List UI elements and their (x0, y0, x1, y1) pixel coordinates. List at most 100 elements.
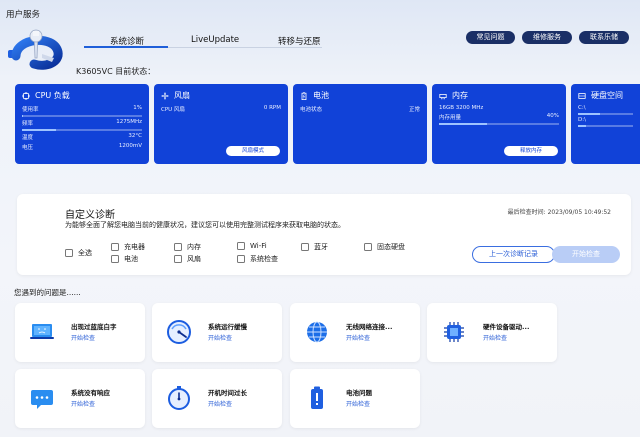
cpu-freq-bar (22, 129, 142, 131)
checkbox-box[interactable] (65, 249, 73, 257)
memory-usage-label: 内存用量 (439, 115, 462, 121)
battery-checkbox[interactable]: 电池 (111, 254, 138, 264)
checkbox-box[interactable] (111, 255, 119, 263)
cpu-usage-label: 使用率 (22, 107, 39, 113)
cpu-freq-label: 频率 (22, 121, 34, 127)
memory-icon (439, 93, 447, 99)
bluetooth-label: 蓝牙 (314, 243, 328, 251)
problem-title: 电池问题 (346, 389, 372, 397)
battery-status-value: 正常 (408, 107, 420, 113)
problem-card-battery[interactable]: 电池问题 开始检查 (290, 369, 420, 428)
wrench-logo-icon (8, 29, 63, 70)
start-check-link[interactable]: 开始检查 (71, 399, 95, 408)
fan-card: 风扇 CPU 风扇 0 RPM 风扇模式 (154, 84, 288, 164)
disk-d-bar (578, 125, 633, 127)
globe-icon (307, 321, 327, 343)
problem-card-bluescreen[interactable]: 出现过蓝底白字 开始检查 (15, 303, 145, 362)
cpu-title: CPU 负载 (35, 91, 70, 100)
contact-button[interactable]: 联系乐储 (579, 31, 629, 44)
bluetooth-checkbox[interactable]: 蓝牙 (301, 242, 328, 252)
problem-title: 出现过蓝底白字 (71, 323, 117, 331)
checkbox-box[interactable] (237, 255, 245, 263)
fan-label: 风扇 (187, 255, 201, 263)
charger-label: 充电器 (124, 243, 145, 251)
start-check-button[interactable]: 开始检查 (552, 246, 620, 263)
system-check-checkbox[interactable]: 系统检查 (237, 254, 278, 264)
speedometer-icon (167, 320, 191, 344)
memory-title: 内存 (452, 91, 468, 100)
disk-c-bar (578, 113, 633, 115)
battery-status-label: 电池状态 (300, 107, 323, 113)
cpu-temp-value: 32°C (128, 133, 142, 139)
start-check-link[interactable]: 开始检查 (346, 399, 370, 408)
fan-checkbox[interactable]: 风扇 (174, 254, 201, 264)
disk-d-label: D:\ (578, 117, 586, 123)
fan-label: CPU 风扇 (161, 107, 185, 113)
checkbox-box[interactable] (174, 255, 182, 263)
memory-label: 内存 (187, 243, 201, 251)
tab-liveupdate[interactable]: LiveUpdate (191, 32, 251, 48)
ssd-checkbox[interactable]: 固态硬盘 (364, 242, 405, 252)
checkbox-box[interactable] (174, 243, 182, 251)
repair-service-button[interactable]: 维修服务 (522, 31, 572, 44)
checkbox-box[interactable] (301, 243, 309, 251)
last-diagnosis-record-button[interactable]: 上一次诊断记录 (472, 246, 555, 263)
cpu-usage-fill (22, 115, 24, 117)
battery-icon (301, 91, 307, 100)
disk-title: 硬盘空间 (591, 91, 623, 100)
problem-card-no-response[interactable]: 系统没有响应 开始检查 (15, 369, 145, 428)
memory-checkbox[interactable]: 内存 (174, 242, 201, 252)
disk-c-fill (578, 113, 600, 115)
disk-icon (578, 92, 586, 99)
faq-button[interactable]: 常见问题 (466, 31, 515, 44)
select-all-checkbox[interactable]: 全选 (65, 248, 92, 258)
chat-dots-icon (31, 390, 53, 409)
last-check-value: 2023/09/05 10:49:52 (547, 209, 611, 216)
start-check-link[interactable]: 开始检查 (346, 333, 370, 342)
last-check-time: 最后检查时间: 2023/09/05 10:49:52 (508, 207, 611, 216)
memory-usage-bar (439, 123, 559, 125)
fan-icon (161, 91, 169, 100)
checkbox-box[interactable] (237, 242, 245, 250)
problem-card-driver[interactable]: 硬件设备驱动... 开始检查 (427, 303, 557, 362)
problem-title: 开机时间过长 (208, 389, 247, 397)
problem-card-wireless[interactable]: 无线网络连接... 开始检查 (290, 303, 420, 362)
fan-mode-button[interactable]: 风扇模式 (226, 146, 280, 156)
charger-checkbox[interactable]: 充电器 (111, 242, 145, 252)
fan-title: 风扇 (174, 91, 190, 100)
status-cards: CPU 负载 使用率 1% 频率 1275MHz 温度 32°C 电压 1200mV 风… (15, 84, 640, 164)
cpu-card: CPU 负载 使用率 1% 频率 1275MHz 温度 32°C 电压 1200mV (15, 84, 149, 164)
tab-system-diagnosis[interactable]: 系统诊断 (110, 32, 170, 50)
disk-c-label: C:\ (578, 105, 586, 111)
problem-card-slow[interactable]: 系统运行缓慢 开始检查 (152, 303, 282, 362)
checkbox-box[interactable] (111, 243, 119, 251)
custom-diagnosis-panel: 自定义诊断 为能够全面了解您电脑当前的健康状况，建议您可以使用完整测试程序来获取… (17, 194, 631, 275)
wifi-checkbox[interactable]: Wi-Fi (237, 242, 267, 250)
problems-label: 您遇到的问题是...... (14, 288, 81, 297)
cpu-freq-value: 1275MHz (116, 119, 142, 125)
tab-transfer-restore[interactable]: 转移与还原 (278, 32, 338, 50)
status-label: K3605VC 目前状态： (76, 67, 156, 76)
system-check-label: 系统检查 (250, 255, 278, 263)
battery-alert-icon (311, 386, 323, 409)
disk-card: 硬盘空间 C:\ D:\ (571, 84, 640, 164)
start-check-link[interactable]: 开始检查 (208, 399, 232, 408)
problem-card-boot-time[interactable]: 开机时间过长 开始检查 (152, 369, 282, 428)
disk-d-fill (578, 125, 587, 127)
problem-title: 无线网络连接... (346, 323, 393, 331)
cpu-voltage-value: 1200mV (118, 143, 142, 149)
checkbox-box[interactable] (364, 243, 372, 251)
chip-icon (444, 322, 464, 342)
memory-card: 内存 16GB 3200 MHz 内存用量 40% 释放内存 (432, 84, 566, 164)
app-title: 用户服务 (6, 10, 41, 20)
cpu-icon (22, 91, 30, 100)
battery-label: 电池 (124, 255, 138, 263)
battery-title: 电池 (313, 91, 329, 100)
start-check-link[interactable]: 开始检查 (208, 333, 232, 342)
problem-title: 系统运行缓慢 (208, 323, 247, 331)
free-memory-button[interactable]: 释放内存 (504, 146, 558, 156)
start-check-link[interactable]: 开始检查 (71, 333, 95, 342)
start-check-link[interactable]: 开始检查 (483, 333, 507, 342)
cpu-temp-label: 温度 (22, 135, 34, 141)
cpu-usage-bar (22, 115, 142, 117)
